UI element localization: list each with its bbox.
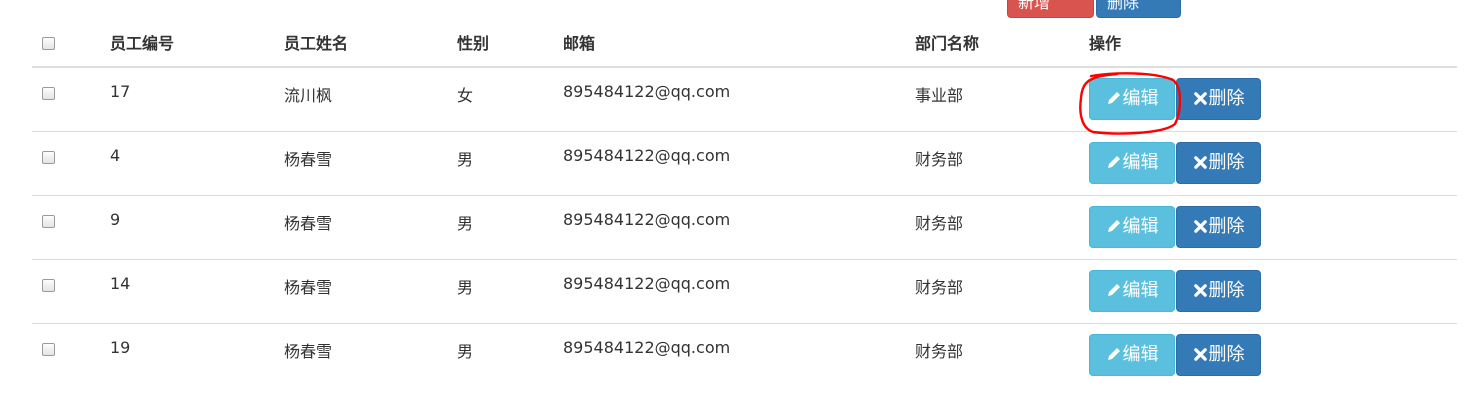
table-row: 14 杨春雪 男 895484122@qq.com 财务部 编辑 删除 xyxy=(32,258,1457,323)
table-header-row: 员工编号 员工姓名 性别 邮箱 部门名称 操作 xyxy=(32,20,1457,68)
employee-gender: 男 xyxy=(457,130,563,195)
header-name: 员工姓名 xyxy=(284,20,457,68)
employee-id: 14 xyxy=(110,258,284,323)
employee-dept: 财务部 xyxy=(915,322,1089,387)
employee-name: 流川枫 xyxy=(284,86,333,105)
employee-email: 895484122@qq.com xyxy=(563,82,731,101)
table-row: 17 流川枫 女 895484122@qq.com 事业部 编辑 删除 xyxy=(32,67,1457,131)
edit-button[interactable]: 编辑 xyxy=(1089,333,1175,376)
employee-id: 19 xyxy=(110,322,284,387)
batch-delete-label: 删除 xyxy=(1107,0,1140,12)
row-checkbox[interactable] xyxy=(42,87,55,100)
table-row: 19 杨春雪 男 895484122@qq.com 财务部 编辑 删除 xyxy=(32,322,1457,387)
delete-button[interactable]: 删除 xyxy=(1176,333,1261,376)
employee-id: 17 xyxy=(110,82,131,101)
row-select-cell xyxy=(32,130,110,195)
row-select-cell xyxy=(32,67,110,131)
select-all-checkbox[interactable] xyxy=(42,37,55,50)
employee-table: 员工编号 员工姓名 性别 邮箱 部门名称 操作 17 流川枫 女 8954841… xyxy=(32,20,1457,387)
delete-button[interactable]: 删除 xyxy=(1176,269,1261,312)
edit-button-label: 编辑 xyxy=(1122,279,1159,301)
delete-button[interactable]: 删除 xyxy=(1176,78,1261,120)
edit-button[interactable]: 编辑 xyxy=(1089,269,1175,312)
delete-button-label: 删除 xyxy=(1208,279,1245,301)
delete-button[interactable]: 删除 xyxy=(1176,205,1261,248)
employee-name: 杨春雪 xyxy=(284,130,457,195)
employee-id: 4 xyxy=(110,130,284,195)
pencil-icon xyxy=(1107,219,1120,232)
header-id: 员工编号 xyxy=(110,20,284,68)
employee-email: 895484122@qq.com xyxy=(563,322,915,387)
close-icon xyxy=(1193,347,1207,361)
employee-dept: 事业部 xyxy=(915,86,964,105)
pencil-icon xyxy=(1107,92,1120,104)
header-ops: 操作 xyxy=(1089,20,1457,68)
edit-button[interactable]: 编辑 xyxy=(1089,141,1175,184)
row-actions: 编辑 删除 xyxy=(1089,258,1457,323)
add-employee-button[interactable]: 新增 xyxy=(1007,0,1094,18)
header-email: 邮箱 xyxy=(563,20,915,68)
row-checkbox[interactable] xyxy=(42,342,55,356)
employee-name: 杨春雪 xyxy=(284,258,457,323)
row-checkbox[interactable] xyxy=(42,150,55,164)
header-gender: 性别 xyxy=(457,20,563,68)
delete-button-label: 删除 xyxy=(1208,88,1245,109)
employee-email: 895484122@qq.com xyxy=(563,194,915,259)
delete-button[interactable]: 删除 xyxy=(1176,141,1261,184)
row-checkbox[interactable] xyxy=(42,278,55,292)
row-select-cell xyxy=(32,194,110,259)
row-actions: 编辑 删除 xyxy=(1089,322,1457,387)
employee-id: 9 xyxy=(110,194,284,259)
pencil-icon xyxy=(1107,283,1120,296)
employee-gender: 女 xyxy=(457,86,474,105)
delete-button-label: 删除 xyxy=(1208,343,1245,365)
delete-button-label: 删除 xyxy=(1208,151,1245,173)
row-actions: 编辑 删除 xyxy=(1089,194,1457,259)
header-dept: 部门名称 xyxy=(915,20,1089,68)
table-row: 9 杨春雪 男 895484122@qq.com 财务部 编辑 删除 xyxy=(32,194,1457,259)
edit-button-label: 编辑 xyxy=(1122,343,1159,365)
edit-button-label: 编辑 xyxy=(1122,88,1159,109)
employee-email: 895484122@qq.com xyxy=(563,258,915,323)
employee-dept: 财务部 xyxy=(915,194,1089,259)
pencil-icon xyxy=(1107,155,1120,168)
edit-button[interactable]: 编辑 xyxy=(1089,78,1175,120)
row-checkbox[interactable] xyxy=(42,214,55,228)
employee-name: 杨春雪 xyxy=(284,194,457,259)
employee-email: 895484122@qq.com xyxy=(563,130,915,195)
add-button-label: 新增 xyxy=(1018,0,1051,12)
header-select-all-cell xyxy=(32,20,110,68)
edit-button-label: 编辑 xyxy=(1122,215,1159,237)
row-actions: 编辑 删除 xyxy=(1089,130,1457,195)
row-actions: 编辑 删除 xyxy=(1089,67,1457,131)
employee-gender: 男 xyxy=(457,258,563,323)
employee-gender: 男 xyxy=(457,194,563,259)
employee-name: 杨春雪 xyxy=(284,322,457,387)
pencil-icon xyxy=(1107,347,1120,360)
row-select-cell xyxy=(32,258,110,323)
edit-button-label: 编辑 xyxy=(1122,151,1159,173)
edit-button[interactable]: 编辑 xyxy=(1089,205,1175,248)
close-icon xyxy=(1193,283,1207,297)
close-icon xyxy=(1193,219,1207,233)
batch-delete-button[interactable]: 删除 xyxy=(1096,0,1181,18)
employee-gender: 男 xyxy=(457,322,563,387)
employee-dept: 财务部 xyxy=(915,258,1089,323)
row-select-cell xyxy=(32,322,110,387)
close-icon xyxy=(1193,155,1207,169)
close-icon xyxy=(1193,92,1207,105)
employee-dept: 财务部 xyxy=(915,130,1089,195)
employee-list-page: 新增 删除 员工编号 员工姓名 性别 邮箱 部门名称 操作 17 流川枫 女 8… xyxy=(0,0,1464,412)
table-row: 4 杨春雪 男 895484122@qq.com 财务部 编辑 删除 xyxy=(32,130,1457,195)
delete-button-label: 删除 xyxy=(1208,215,1245,237)
